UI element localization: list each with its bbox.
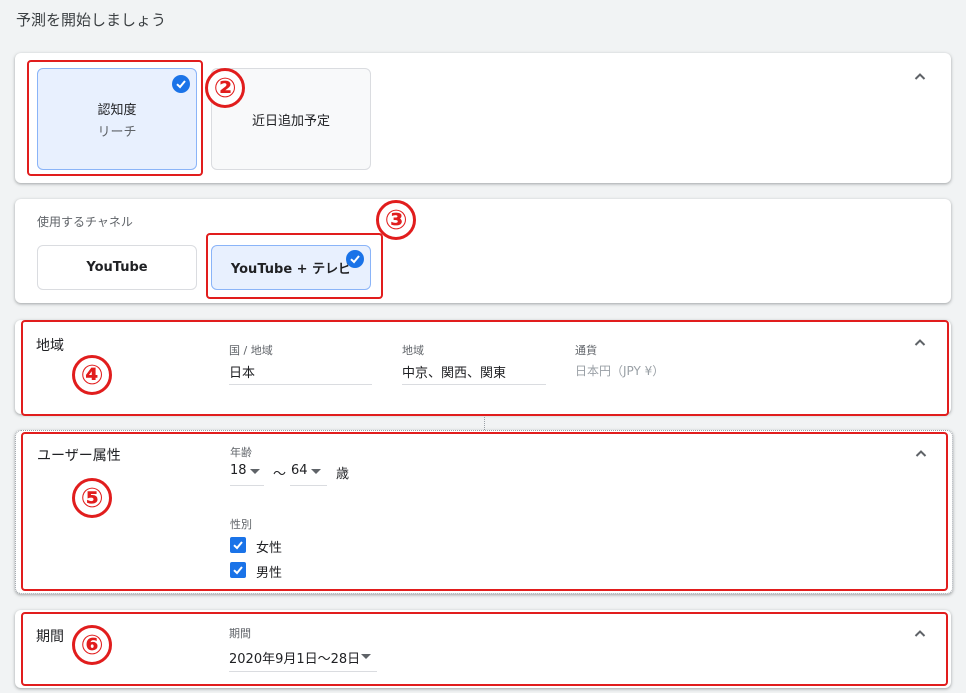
dropdown-arrow-icon[interactable] [250,469,260,474]
channel-youtube-label: YouTube [86,260,148,275]
channel-tile-youtube-tv[interactable]: YouTube + テレビ [211,245,371,290]
female-label: 女性 [256,541,283,556]
male-label: 男性 [256,566,283,581]
currency-value: 日本円（JPY ¥） [575,364,665,378]
region-section-title: 地域 [36,338,64,354]
gender-label: 性別 [230,518,252,531]
country-value[interactable]: 日本 [229,362,255,381]
period-value[interactable]: 2020年9月1日～28日 [229,648,360,667]
connector-dotted-line [484,414,485,430]
age-min-select[interactable]: 18 [230,463,247,478]
period-field-label: 期間 [229,627,251,640]
goal-awareness-subtitle: リーチ [97,124,137,140]
dropdown-arrow-icon[interactable] [361,654,371,659]
age-min-underline [230,485,264,486]
demographics-section-title: ユーザー属性 [37,448,121,464]
area-underline [402,384,546,385]
collapse-chevron-icon[interactable] [911,625,929,643]
annotation-number-2: ② [205,68,245,108]
check-circle-icon [172,75,190,93]
currency-label: 通貨 [575,344,597,357]
region-card: 地域 国 / 地域 日本 地域 中京、関西、関東 通貨 日本円（JPY ¥） [15,320,951,414]
collapse-chevron-icon[interactable] [912,445,930,463]
channel-tile-youtube[interactable]: YouTube [37,245,197,290]
channel-youtube-tv-label: YouTube + テレビ [230,262,352,277]
collapse-chevron-icon[interactable] [911,68,929,86]
channel-label: 使用するチャネル [37,215,133,229]
dropdown-arrow-icon[interactable] [311,469,321,474]
period-card: 期間 期間 2020年9月1日～28日 [15,610,951,688]
goal-awareness-title: 認知度 [97,102,137,118]
goal-coming-soon-title: 近日追加予定 [251,113,330,129]
male-checkbox[interactable] [230,562,246,578]
period-section-title: 期間 [36,629,64,645]
female-checkbox[interactable] [230,537,246,553]
age-label: 年齢 [230,446,252,459]
age-unit: 歳 [336,467,350,482]
annotation-number-6: ⑥ [72,625,112,665]
goal-tile-awareness[interactable]: 認知度 リーチ [37,68,197,170]
goal-card: 認知度 リーチ 近日追加予定 [15,53,951,183]
annotation-number-4: ④ [72,355,112,395]
annotation-number-3: ③ [376,200,416,240]
age-max-underline [290,485,327,486]
check-circle-icon [346,250,364,268]
annotation-number-5: ⑤ [72,478,112,518]
age-max-select[interactable]: 64 [291,463,308,478]
channel-card: 使用するチャネル YouTube YouTube + テレビ [15,199,951,303]
country-underline [229,384,372,385]
demographics-card: ユーザー属性 年齢 18 ～ 64 歳 性別 女性 男性 [15,430,953,594]
period-underline [229,671,377,672]
age-separator: ～ [273,467,287,482]
area-label: 地域 [402,344,424,357]
area-value[interactable]: 中京、関西、関東 [402,362,506,381]
country-label: 国 / 地域 [229,344,273,357]
page-title: 予測を開始しましょう [16,11,167,29]
collapse-chevron-icon[interactable] [911,334,929,352]
